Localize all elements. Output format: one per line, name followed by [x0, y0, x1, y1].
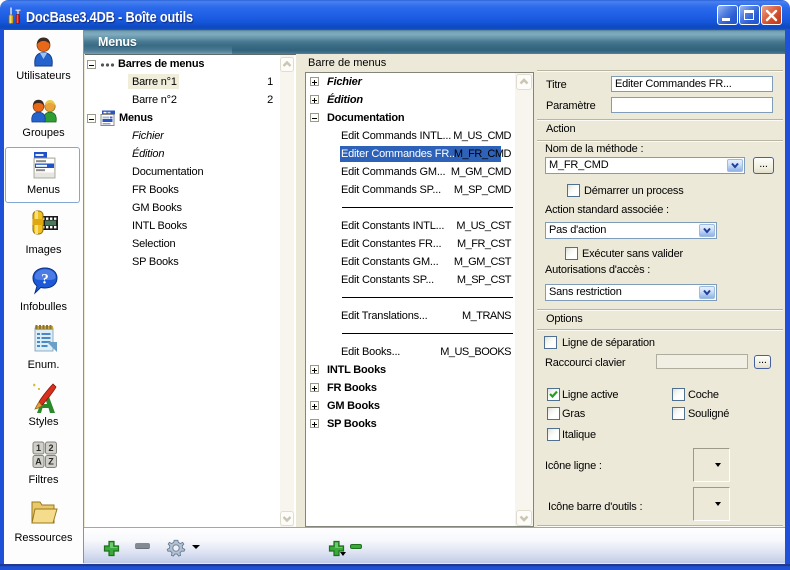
svg-text:1: 1: [36, 443, 41, 453]
svg-text:?: ?: [41, 272, 49, 288]
svg-text:2: 2: [48, 443, 53, 453]
svg-text:Z: Z: [48, 457, 54, 467]
svg-text:A: A: [35, 457, 42, 467]
